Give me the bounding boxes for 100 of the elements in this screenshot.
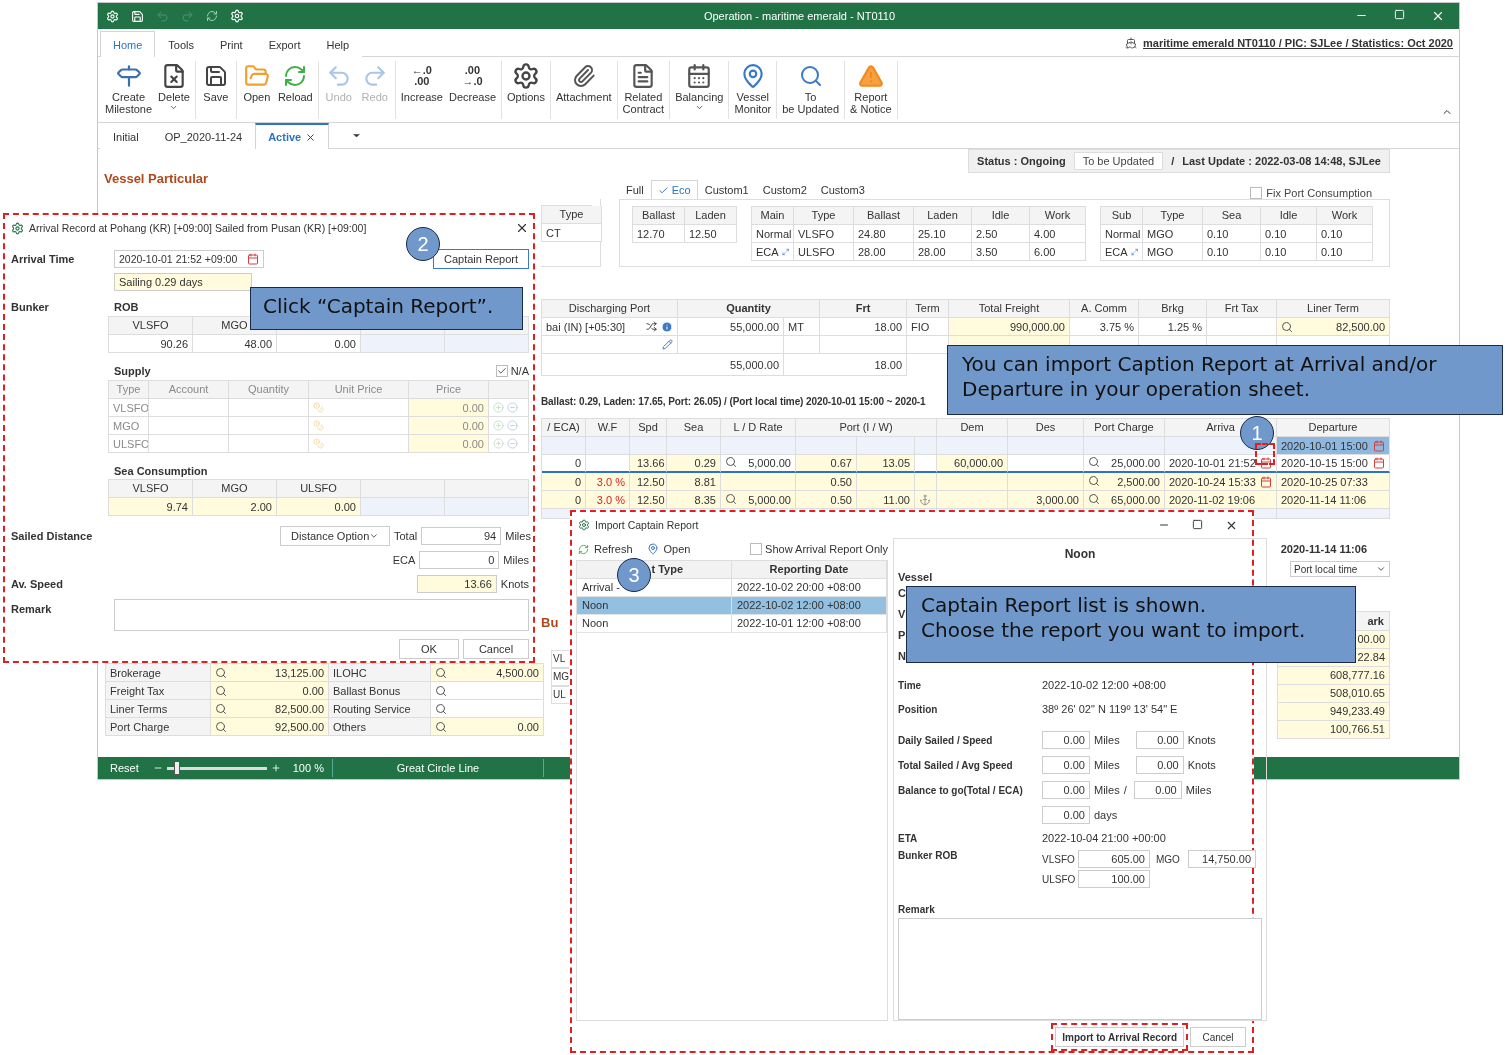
search-icon[interactable]: [435, 702, 447, 715]
maximize-icon[interactable]: [1192, 518, 1203, 530]
list-cell[interactable]: 2022-10-01 12:00 +08:00: [732, 615, 887, 633]
info-icon[interactable]: [661, 320, 673, 333]
dialog-button[interactable]: OK: [399, 639, 459, 659]
table-cell: 0: [542, 491, 586, 509]
search-icon[interactable]: [435, 684, 447, 697]
remark-field[interactable]: [898, 918, 1262, 1020]
table-cell: 3.0 %: [586, 491, 630, 509]
search-icon[interactable]: [725, 456, 737, 468]
date-field[interactable]: 2020-10-01 21:52 +09:00: [114, 250, 264, 268]
zoom-in-icon[interactable]: [270, 763, 281, 773]
ribbon-button[interactable]: Balancing: [672, 61, 727, 119]
refresh-icon[interactable]: [206, 10, 218, 22]
section-title: Bu: [541, 615, 560, 630]
close-icon[interactable]: [1431, 9, 1445, 23]
search-icon[interactable]: [215, 684, 227, 697]
pencil-icon[interactable]: [662, 339, 673, 350]
ribbon-button[interactable]: To be Updated: [779, 61, 843, 119]
table-cell: FIO: [907, 318, 949, 336]
column-header: Spd: [630, 419, 667, 437]
list-cell[interactable]: 2022-10-02 20:00 +08:00: [732, 579, 887, 597]
table-cell: 2.00: [193, 498, 277, 516]
table-cell: 0.00: [409, 399, 489, 417]
table-cell: 0.10: [1203, 243, 1261, 261]
ship-icon: [1125, 36, 1137, 49]
table-cell: 2020-10-25 07:33: [1281, 475, 1368, 488]
table-cell: Port Charge: [106, 718, 211, 736]
document-tab[interactable]: Active: [255, 123, 330, 149]
field-label: Balance to go(Total / ECA): [898, 784, 1024, 796]
search-icon[interactable]: [435, 720, 447, 733]
eca-distance-field[interactable]: 0: [419, 551, 500, 569]
toolbar-button[interactable]: Open: [644, 539, 693, 559]
column-header: Type: [794, 207, 854, 225]
table-cell: 55,000.00: [678, 318, 784, 336]
ribbon-button[interactable]: Report & Notice: [847, 61, 895, 119]
search-icon[interactable]: [1281, 320, 1293, 333]
field-value: 2022-10-02 12:00 +08:00: [1042, 679, 1166, 691]
search-icon[interactable]: [215, 702, 227, 715]
number-field: 0.00: [1042, 731, 1090, 749]
ribbon-button[interactable]: .00 →.0 Decrease: [445, 61, 499, 119]
table-cell: 25,000.00: [1084, 455, 1165, 473]
ribbon-button[interactable]: Delete: [155, 61, 193, 119]
time-zone-dropdown[interactable]: Port local time: [1290, 561, 1390, 577]
distance-option-dropdown[interactable]: Distance Option: [280, 526, 390, 546]
list-cell[interactable]: Noon: [577, 597, 732, 615]
captain-report-button[interactable]: Captain Report: [433, 249, 529, 269]
table-cell: 48.00: [193, 335, 277, 353]
checkbox[interactable]: [750, 543, 763, 555]
table-cell: ECA: [752, 243, 794, 261]
table-cell: 4,500.00: [496, 666, 539, 679]
column-header: Laden: [914, 207, 972, 225]
list-cell[interactable]: Noon: [577, 615, 732, 633]
unit-label: Miles: [1094, 734, 1120, 746]
close-icon[interactable]: [515, 221, 529, 235]
save-icon[interactable]: [131, 9, 144, 23]
search-icon[interactable]: [215, 720, 227, 733]
voyage-link[interactable]: maritime emerald NT0110 / PIC: SJLee / Statistics: Oct 2020: [1125, 36, 1453, 49]
total-distance-field[interactable]: 94: [421, 527, 502, 545]
ribbon-button[interactable]: Related Contract: [619, 61, 668, 119]
dialog-button[interactable]: Cancel: [1190, 1027, 1246, 1047]
search-icon[interactable]: [1088, 492, 1100, 505]
column-header: ULSFO: [277, 480, 361, 498]
table-cell: 0.00: [277, 498, 361, 516]
search-icon[interactable]: [1088, 456, 1100, 468]
table-cell: 3.75 %: [1070, 318, 1139, 336]
table-cell: 65,000.00: [1084, 491, 1165, 509]
ribbon-button[interactable]: Create Milestone: [102, 61, 156, 119]
list-cell[interactable]: 2022-10-02 12:00 +08:00: [732, 597, 887, 615]
field-label: Remark: [11, 603, 53, 615]
consumption-tab[interactable]: Eco: [650, 180, 698, 199]
ribbon-button[interactable]: Open: [238, 61, 275, 119]
settings-icon[interactable]: [230, 9, 244, 23]
search-icon[interactable]: [1088, 474, 1100, 487]
toolbar-button[interactable]: Refresh: [576, 539, 635, 559]
slider-thumb[interactable]: [173, 761, 180, 775]
field-label: Daily Sailed / Speed: [898, 734, 994, 746]
to-be-updated-button[interactable]: To be Updated: [1073, 152, 1164, 170]
departure-time: 2020-11-14 11:06: [1279, 543, 1368, 555]
menu-tab[interactable]: Home: [100, 31, 156, 57]
ribbon-button[interactable]: Save: [197, 61, 234, 119]
checkbox[interactable]: [1250, 187, 1263, 199]
close-icon[interactable]: [305, 131, 317, 143]
swap-icon[interactable]: [646, 320, 657, 332]
column-header: Sub: [1101, 207, 1143, 225]
ribbon-button[interactable]: Vessel Monitor: [731, 61, 775, 119]
ribbon-button[interactable]: Attachment: [552, 61, 615, 119]
column-header: Departure: [1277, 419, 1390, 437]
reset-button[interactable]: Reset: [110, 762, 139, 774]
dialog-button[interactable]: Cancel: [463, 639, 529, 659]
search-icon[interactable]: [725, 492, 737, 505]
ribbon-button[interactable]: Options: [504, 61, 548, 119]
ribbon-button[interactable]: ←.0 .00 Increase: [397, 61, 446, 119]
search-icon[interactable]: [215, 666, 227, 679]
remark-field[interactable]: [114, 599, 529, 631]
ribbon-button[interactable]: Reload: [274, 61, 316, 119]
field-label: C: [898, 587, 906, 600]
map-mode-button[interactable]: Great Circle Line: [332, 762, 543, 774]
column-header: Main: [752, 207, 794, 225]
search-icon[interactable]: [435, 666, 447, 679]
